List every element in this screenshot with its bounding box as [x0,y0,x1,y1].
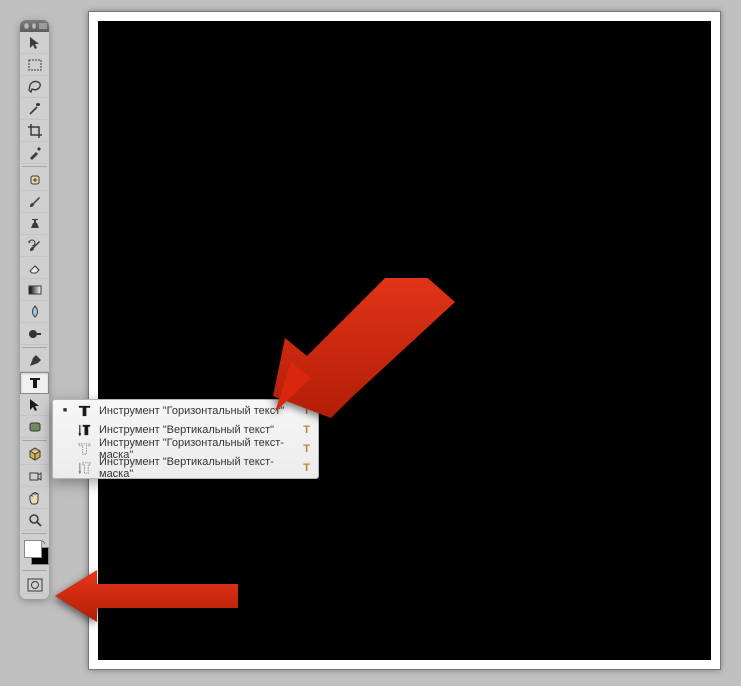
panel-titlebar[interactable] [20,20,49,32]
vertical-type-mask-icon [76,460,92,476]
panel-tab-icon[interactable] [39,23,47,29]
path-selection-tool[interactable] [20,394,49,416]
history-brush-tool[interactable] [20,235,49,257]
gradient-tool[interactable] [20,279,49,301]
horizontal-type-icon [76,403,92,419]
separator [22,166,47,167]
callout-arrow-type-tool [273,278,463,418]
pen-tool[interactable] [20,350,49,372]
separator [22,570,47,571]
rectangular-marquee-tool[interactable] [20,54,49,76]
eraser-tool[interactable] [20,257,49,279]
separator [22,347,47,348]
foreground-color-swatch[interactable] [24,540,42,558]
3d-object-tool[interactable] [20,443,49,465]
horizontal-type-tool[interactable] [20,372,49,394]
horizontal-type-mask-icon [76,441,92,457]
vertical-type-icon [76,422,92,438]
rectangle-shape-tool[interactable] [20,416,49,438]
flyout-item-label: Инструмент "Вертикальный текст" [99,424,293,436]
flyout-item-label: Инструмент "Горизонтальный текст" [99,405,293,417]
flyout-item-vertical-type-mask[interactable]: Инструмент "Вертикальный текст-маска" T [53,458,318,477]
flyout-item-label: Инструмент "Вертикальный текст-маска" [99,456,293,480]
quick-mask-mode-toggle[interactable] [22,576,48,594]
magic-wand-tool[interactable] [20,98,49,120]
shortcut-key: T [300,424,310,436]
blur-tool[interactable] [20,301,49,323]
color-swatches[interactable]: ⤺ [22,538,47,568]
minimize-dot-icon[interactable] [32,23,37,29]
healing-brush-tool[interactable] [20,169,49,191]
separator [22,440,47,441]
separator [22,533,47,534]
selected-marker-icon: ■ [61,407,69,414]
dodge-tool[interactable] [20,323,49,345]
callout-arrow-swatches [55,570,240,622]
hand-tool[interactable] [20,487,49,509]
eyedropper-tool[interactable] [20,142,49,164]
shortcut-key: T [300,462,310,474]
tools-panel: ⤺ [20,20,49,599]
lasso-tool[interactable] [20,76,49,98]
close-dot-icon[interactable] [24,23,29,29]
3d-camera-tool[interactable] [20,465,49,487]
shortcut-key: T [300,443,310,455]
brush-tool[interactable] [20,191,49,213]
clone-stamp-tool[interactable] [20,213,49,235]
crop-tool[interactable] [20,120,49,142]
move-tool[interactable] [20,32,49,54]
zoom-tool[interactable] [20,509,49,531]
